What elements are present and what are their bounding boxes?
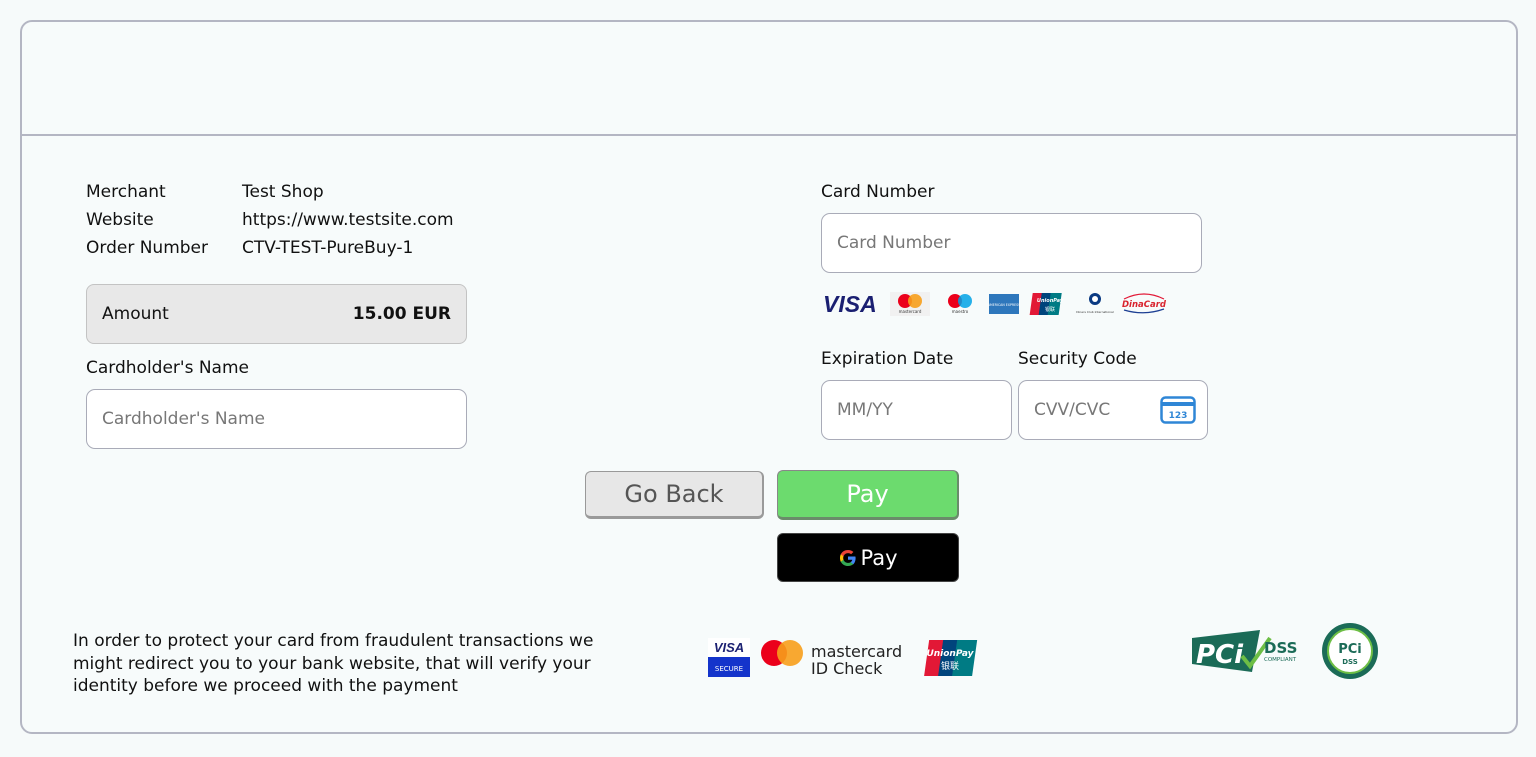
unionpay-icon: UnionPay 银联 <box>1029 293 1064 315</box>
mc-idcheck-line2: ID Check <box>811 659 883 678</box>
unionpay-secure-text: UnionPay <box>926 649 974 659</box>
unionpay-small-text: UnionPay <box>1037 298 1064 304</box>
card-brand-logos: VISA mastercard maestro AMERICAN EXPRESS <box>822 291 1172 317</box>
go-back-button[interactable]: Go Back <box>585 471 764 519</box>
seal-pci-text: PCi <box>1338 642 1362 657</box>
google-pay-button[interactable]: Pay <box>777 533 959 582</box>
visa-logo-text: VISA <box>823 291 877 317</box>
dinacard-text: DinaCard <box>1122 300 1167 310</box>
unionpay-secure-cn: 银联 <box>941 660 959 672</box>
card-number-input[interactable] <box>821 213 1202 273</box>
visa-secure-badge: VISA SECURE <box>708 638 750 677</box>
amex-icon: AMERICAN EXPRESS <box>988 294 1020 314</box>
merchant-label: Merchant <box>86 182 166 202</box>
secure-badges: VISA SECURE mastercard ID Check UnionPay… <box>708 638 978 678</box>
cardholder-label: Cardholder's Name <box>86 358 249 378</box>
go-back-label: Go Back <box>624 480 724 508</box>
unionpay-secure-badge: UnionPay 银联 <box>924 640 978 676</box>
cardholder-input[interactable] <box>86 389 467 449</box>
security-notice: In order to protect your card from fraud… <box>73 631 594 696</box>
panel-header <box>22 22 1516 136</box>
maestro-small-text: maestro <box>952 309 969 314</box>
amex-small-text: AMERICAN EXPRESS <box>988 303 1020 307</box>
mastercard-icon: mastercard <box>890 292 930 316</box>
diners-small-text: Diners Club International <box>1076 310 1114 314</box>
pci-dss-seal: PCi DSS <box>1322 623 1378 679</box>
amount-box: Amount 15.00 EUR <box>86 284 467 344</box>
visa-secure-bottom: SECURE <box>715 665 743 673</box>
website-label: Website <box>86 210 154 230</box>
cvv-icon-text: 123 <box>1169 411 1188 421</box>
security-code-label: Security Code <box>1018 349 1137 369</box>
pci-dss-compliant-logo: PCi DSS COMPLIANT <box>1192 630 1297 672</box>
mastercard-idcheck-badge: mastercard ID Check <box>761 640 902 678</box>
google-g-icon <box>840 549 857 566</box>
order-value: CTV-TEST-PureBuy-1 <box>242 238 414 258</box>
dss-text: DSS <box>1264 639 1297 657</box>
expiration-input[interactable] <box>821 380 1012 440</box>
card-brands-strip: VISA mastercard maestro AMERICAN EXPRESS <box>823 291 1167 317</box>
pay-button[interactable]: Pay <box>777 470 959 520</box>
amount-value: 15.00 EUR <box>352 304 451 324</box>
pci-text: PCi <box>1196 640 1244 670</box>
expiration-label: Expiration Date <box>821 349 954 369</box>
payment-panel: Merchant Test Shop Website https://www.t… <box>20 20 1518 734</box>
mastercard-small-text: mastercard <box>899 309 922 314</box>
seal-dss-text: DSS <box>1342 658 1358 666</box>
dinacard-icon: DinaCard <box>1122 293 1167 314</box>
maestro-icon: maestro <box>948 294 972 314</box>
order-label: Order Number <box>86 238 209 258</box>
diners-icon: Diners Club International <box>1076 293 1114 314</box>
amount-label: Amount <box>102 304 169 324</box>
merchant-value: Test Shop <box>242 182 324 202</box>
pci-dss-badges: PCi DSS COMPLIANT PCi DSS <box>1192 623 1378 679</box>
pay-label: Pay <box>846 480 889 508</box>
card-number-label: Card Number <box>821 182 935 202</box>
visa-secure-top: VISA <box>714 640 744 655</box>
website-value: https://www.testsite.com <box>242 210 454 230</box>
google-pay-label: Pay <box>860 545 898 570</box>
compliant-text: COMPLIANT <box>1264 657 1297 663</box>
unionpay-small-cn: 银联 <box>1045 306 1055 313</box>
cvv-card-icon: 123 <box>1160 396 1196 424</box>
